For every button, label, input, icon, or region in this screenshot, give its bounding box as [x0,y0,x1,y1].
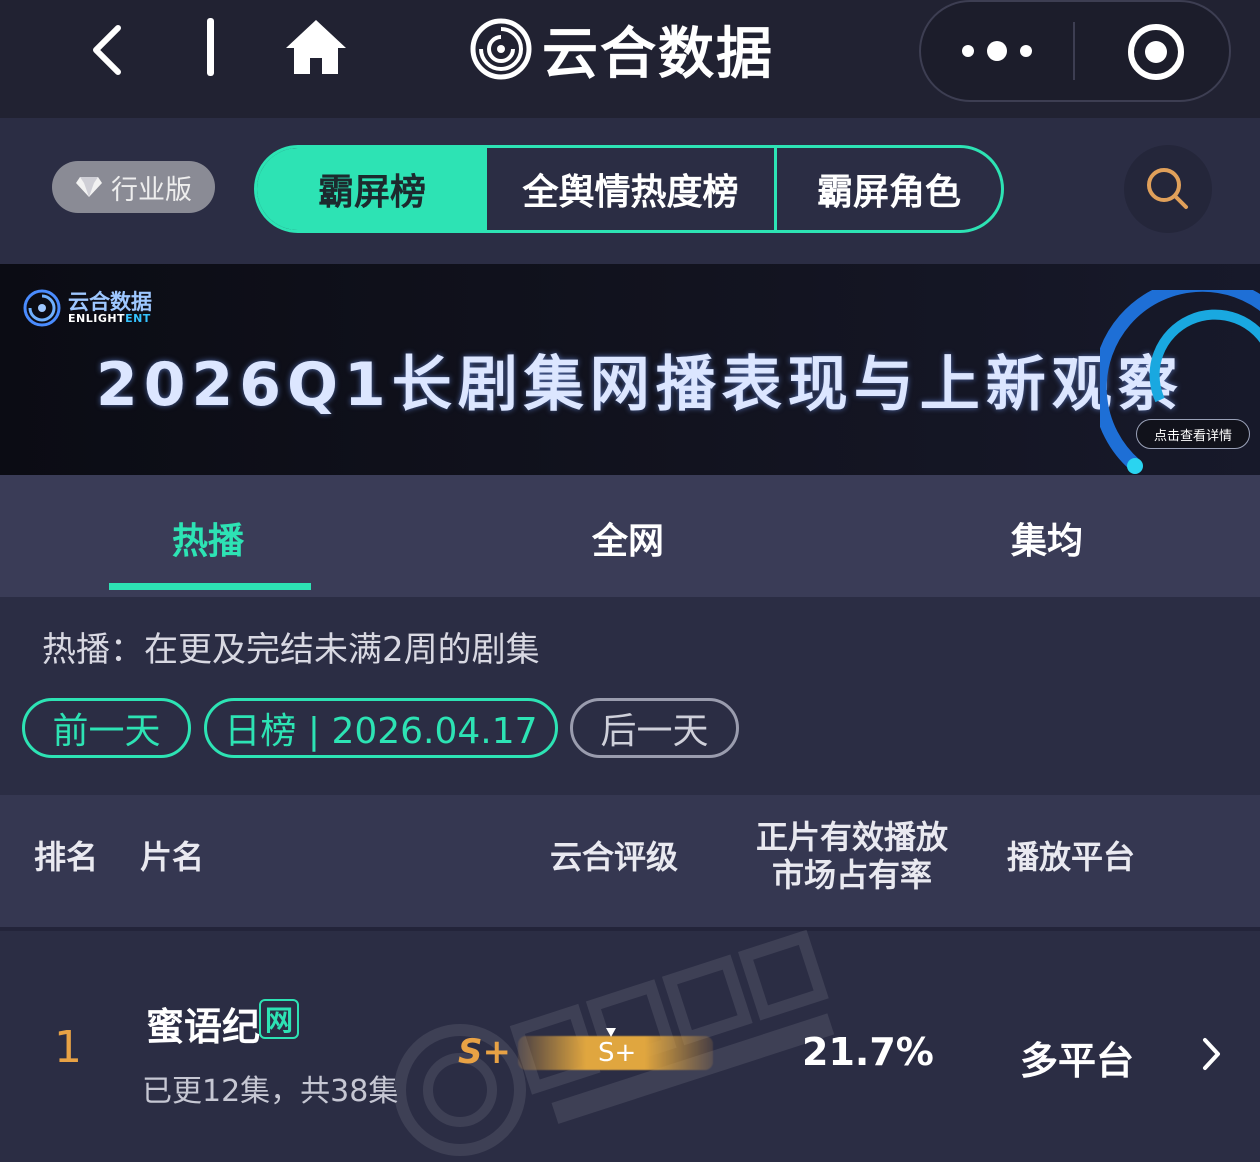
search-icon [1147,168,1188,209]
app-logo: 云合数据 [470,14,774,87]
search-button[interactable] [1124,145,1212,233]
industry-edition-button[interactable]: 行业版 [52,161,215,213]
industry-edition-label: 行业版 [111,174,192,206]
chevron-left-icon[interactable] [84,22,134,78]
header-grade: 云合评级 [550,838,679,876]
app-title: 云合数据 [542,21,774,87]
active-tab-indicator [109,583,311,590]
tab-hot[interactable]: 热播 [172,512,244,564]
more-dots-icon[interactable] [962,36,1032,66]
grade-bar-label: S+ [598,1038,637,1068]
app-logo-icon [470,18,532,80]
tab-episode-average[interactable]: 集均 [1011,512,1083,564]
divider [207,18,214,76]
banner-logo-icon [23,289,61,327]
tab-public-opinion-heat[interactable]: 全舆情热度榜 [487,148,777,230]
banner-logo-en: ENLIGHTENT [68,312,151,325]
show-title: 蜜语纪 [146,1005,261,1049]
prev-day-button[interactable]: 前一天 [22,698,191,758]
target-icon[interactable] [1126,22,1186,82]
header-market-share: 正片有效播放 市场占有率 [755,818,948,894]
tab-all-network[interactable]: 全网 [592,512,664,564]
chevron-right-icon[interactable] [1196,1036,1226,1072]
tab-dominant-roles[interactable]: 霸屏角色 [777,148,1001,230]
rank-number: 1 [54,1022,82,1073]
network-drama-badge: 网 [259,999,299,1039]
platform-value: 多平台 [1020,1039,1135,1083]
diamond-icon [76,177,102,197]
header-rank: 排名 [34,838,99,876]
date-selector[interactable]: 日榜 | 2026.04.17 [204,698,558,758]
header-platform: 播放平台 [1007,838,1136,876]
grade-marker-icon [606,1028,616,1037]
capsule-divider [1073,22,1075,80]
banner-logo-cn: 云合数据 [68,290,152,314]
next-day-button[interactable]: 后一天 [570,698,739,758]
market-share-value: 21.7% [802,1030,934,1074]
grade-label: S+ [458,1032,511,1072]
list-description: 热播：在更及完结未满2周的剧集 [42,630,540,670]
tab-screen-dominance[interactable]: 霸屏榜 [257,148,487,230]
banner-arc-decoration [1100,290,1260,474]
header-title: 片名 [140,838,205,876]
ranking-tabs: 霸屏榜 全舆情热度榜 霸屏角色 [254,145,1004,233]
episode-progress: 已更12集，共38集 [142,1074,399,1109]
home-icon[interactable] [284,18,348,76]
banner-title: 2026Q1长剧集网播表现与上新观察 [96,350,1184,420]
banner-detail-button[interactable]: 点击查看详情 [1136,419,1250,449]
banner-logo: 云合数据 ENLIGHTENT [22,288,152,328]
